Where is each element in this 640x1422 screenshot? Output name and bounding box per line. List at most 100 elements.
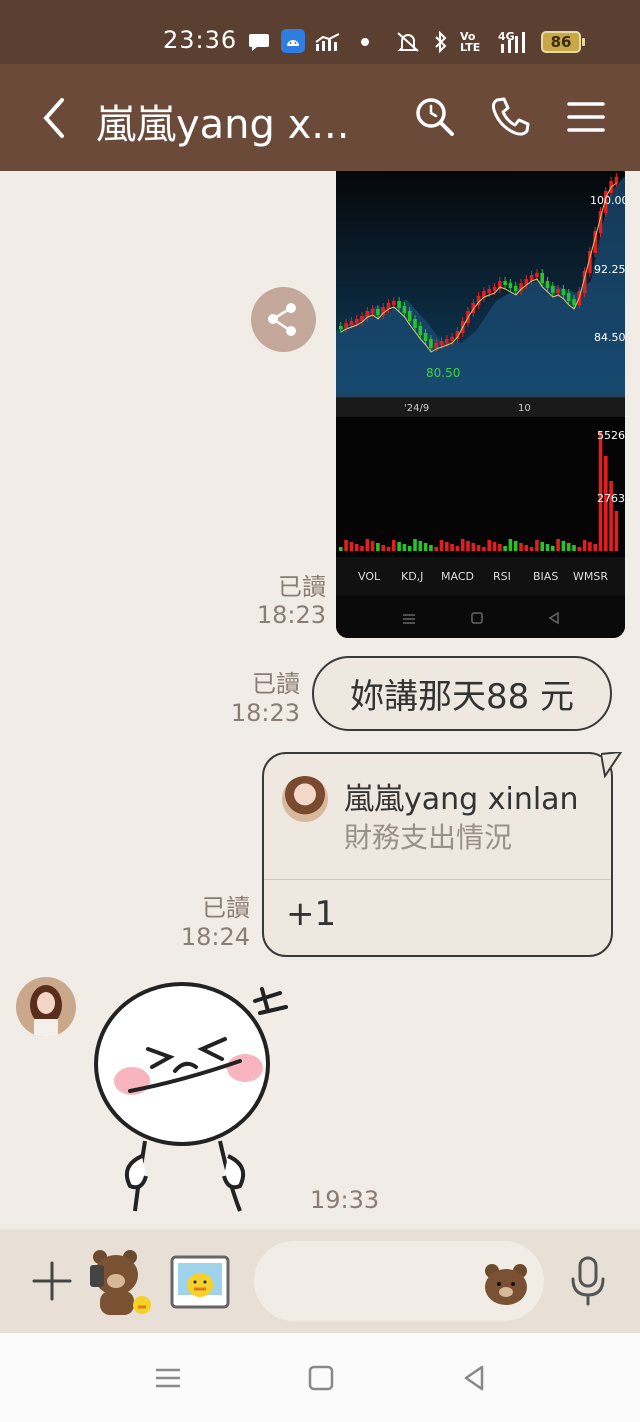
brown-sticker-button[interactable] xyxy=(86,1245,158,1317)
candle-body xyxy=(397,301,401,308)
candle-body xyxy=(360,316,364,321)
text-message-bubble[interactable]: 妳講那天88 元 xyxy=(312,656,612,731)
volume-bar xyxy=(593,544,597,551)
volume-bar xyxy=(418,541,423,551)
phone-icon xyxy=(491,97,530,136)
message-time: 18:24 xyxy=(180,923,250,951)
volume-bar xyxy=(588,542,592,551)
volume-bar xyxy=(577,547,582,551)
volume-bar xyxy=(561,541,566,551)
volume-bar xyxy=(519,543,523,551)
candle-body xyxy=(344,323,348,328)
shared-message-card[interactable]: 嵐嵐yang xinlan 財務支出情況 +1 xyxy=(262,752,623,957)
volume-bar xyxy=(455,546,460,551)
brown-bear-emoji-icon xyxy=(485,1264,527,1305)
candle-body xyxy=(556,289,560,293)
volume-bar xyxy=(460,539,465,551)
android-notification-icon xyxy=(281,29,305,53)
voice-button[interactable] xyxy=(568,1255,608,1307)
battery-indicator: 86 xyxy=(541,31,585,53)
home-button[interactable] xyxy=(304,1361,338,1395)
hamburger-menu-icon xyxy=(567,102,605,132)
sally-sticker-button[interactable] xyxy=(168,1251,232,1315)
volume-bar xyxy=(439,540,444,551)
shared-name: 嵐嵐yang xinlan xyxy=(344,782,579,817)
add-button[interactable] xyxy=(30,1259,74,1303)
status-time: 23:36 xyxy=(163,26,238,54)
volume-bar xyxy=(614,511,619,551)
shared-subtitle: 財務支出情況 xyxy=(344,821,513,854)
volume-bar xyxy=(386,547,391,551)
chart-image-message[interactable]: 100.00 92.25 84.50 80.50 '24/9 10 5526 2… xyxy=(336,171,625,638)
volume-bar xyxy=(429,545,433,551)
candle-body xyxy=(407,311,412,321)
square-home-icon xyxy=(308,1365,334,1391)
volume-bar xyxy=(434,547,438,551)
volume-bar xyxy=(339,547,343,551)
candle-body xyxy=(535,273,539,277)
candle-body xyxy=(429,339,433,348)
recent-apps-button[interactable] xyxy=(151,1361,185,1395)
volume-bar xyxy=(354,544,359,551)
call-button[interactable] xyxy=(487,94,533,140)
volume-bar xyxy=(503,546,507,551)
date-label-2: 10 xyxy=(518,403,531,414)
volume-bar xyxy=(540,542,544,551)
tab-wmsr: WMSR xyxy=(573,570,608,583)
volume-bar xyxy=(349,542,354,551)
candle-body xyxy=(354,319,359,323)
share-icon xyxy=(268,303,296,336)
candle-body xyxy=(545,281,550,288)
volume-bar xyxy=(508,539,513,551)
back-nav-button[interactable] xyxy=(458,1361,492,1395)
message-time: 18:23 xyxy=(256,601,326,629)
read-status: 已讀 xyxy=(278,573,326,601)
message-notification-icon xyxy=(248,30,270,54)
candle-body xyxy=(508,283,513,288)
search-button[interactable] xyxy=(412,94,458,140)
volume-label-high: 5526 xyxy=(597,429,625,442)
avatar xyxy=(282,776,328,822)
sender-avatar[interactable] xyxy=(16,977,76,1037)
microphone-icon xyxy=(571,1256,605,1306)
candle-body xyxy=(423,333,428,341)
tab-bias: BIAS xyxy=(533,570,558,583)
volume-bar xyxy=(556,539,560,551)
candle-body xyxy=(561,289,566,295)
volume-bar xyxy=(450,544,454,551)
system-nav-bar xyxy=(0,1333,640,1422)
candle-body xyxy=(445,339,449,343)
search-icon xyxy=(416,98,454,136)
candle-body xyxy=(551,286,555,293)
volume-bar xyxy=(365,539,370,551)
candle-body xyxy=(339,326,343,329)
candle-body xyxy=(434,343,438,348)
price-label-mid: 92.25 xyxy=(594,263,625,276)
candle-body xyxy=(450,337,454,341)
price-label-high: 100.00 xyxy=(590,194,625,207)
stock-chart-screenshot: 100.00 92.25 84.50 80.50 '24/9 10 5526 2… xyxy=(336,171,625,638)
back-button[interactable] xyxy=(36,94,76,142)
volume-bar xyxy=(360,546,364,551)
candle-body xyxy=(566,293,571,301)
share-button[interactable] xyxy=(251,287,316,352)
plus-icon xyxy=(32,1261,72,1301)
emoji-button[interactable] xyxy=(482,1259,530,1307)
volume-bar xyxy=(466,541,470,551)
candle-body xyxy=(370,309,375,313)
candle-body xyxy=(392,301,396,305)
status-bar: 23:36 Vo LTE 4G 86 xyxy=(0,0,640,64)
volume-bar xyxy=(370,541,375,551)
chat-header: 嵐嵐yang x... xyxy=(0,64,640,171)
menu-button[interactable] xyxy=(563,94,609,140)
tab-vol: VOL xyxy=(358,570,381,583)
bluetooth-icon xyxy=(432,30,450,54)
low-price-label: 80.50 xyxy=(426,366,460,380)
moon-sticker[interactable] xyxy=(90,981,320,1221)
volume-bar xyxy=(392,540,396,551)
chat-area[interactable]: 100.00 92.25 84.50 80.50 '24/9 10 5526 2… xyxy=(0,171,640,1229)
price-label-low: 84.50 xyxy=(594,331,625,344)
candle-body xyxy=(540,273,544,283)
candle-body xyxy=(492,287,497,291)
volume-label-mid: 2763 xyxy=(597,492,625,505)
